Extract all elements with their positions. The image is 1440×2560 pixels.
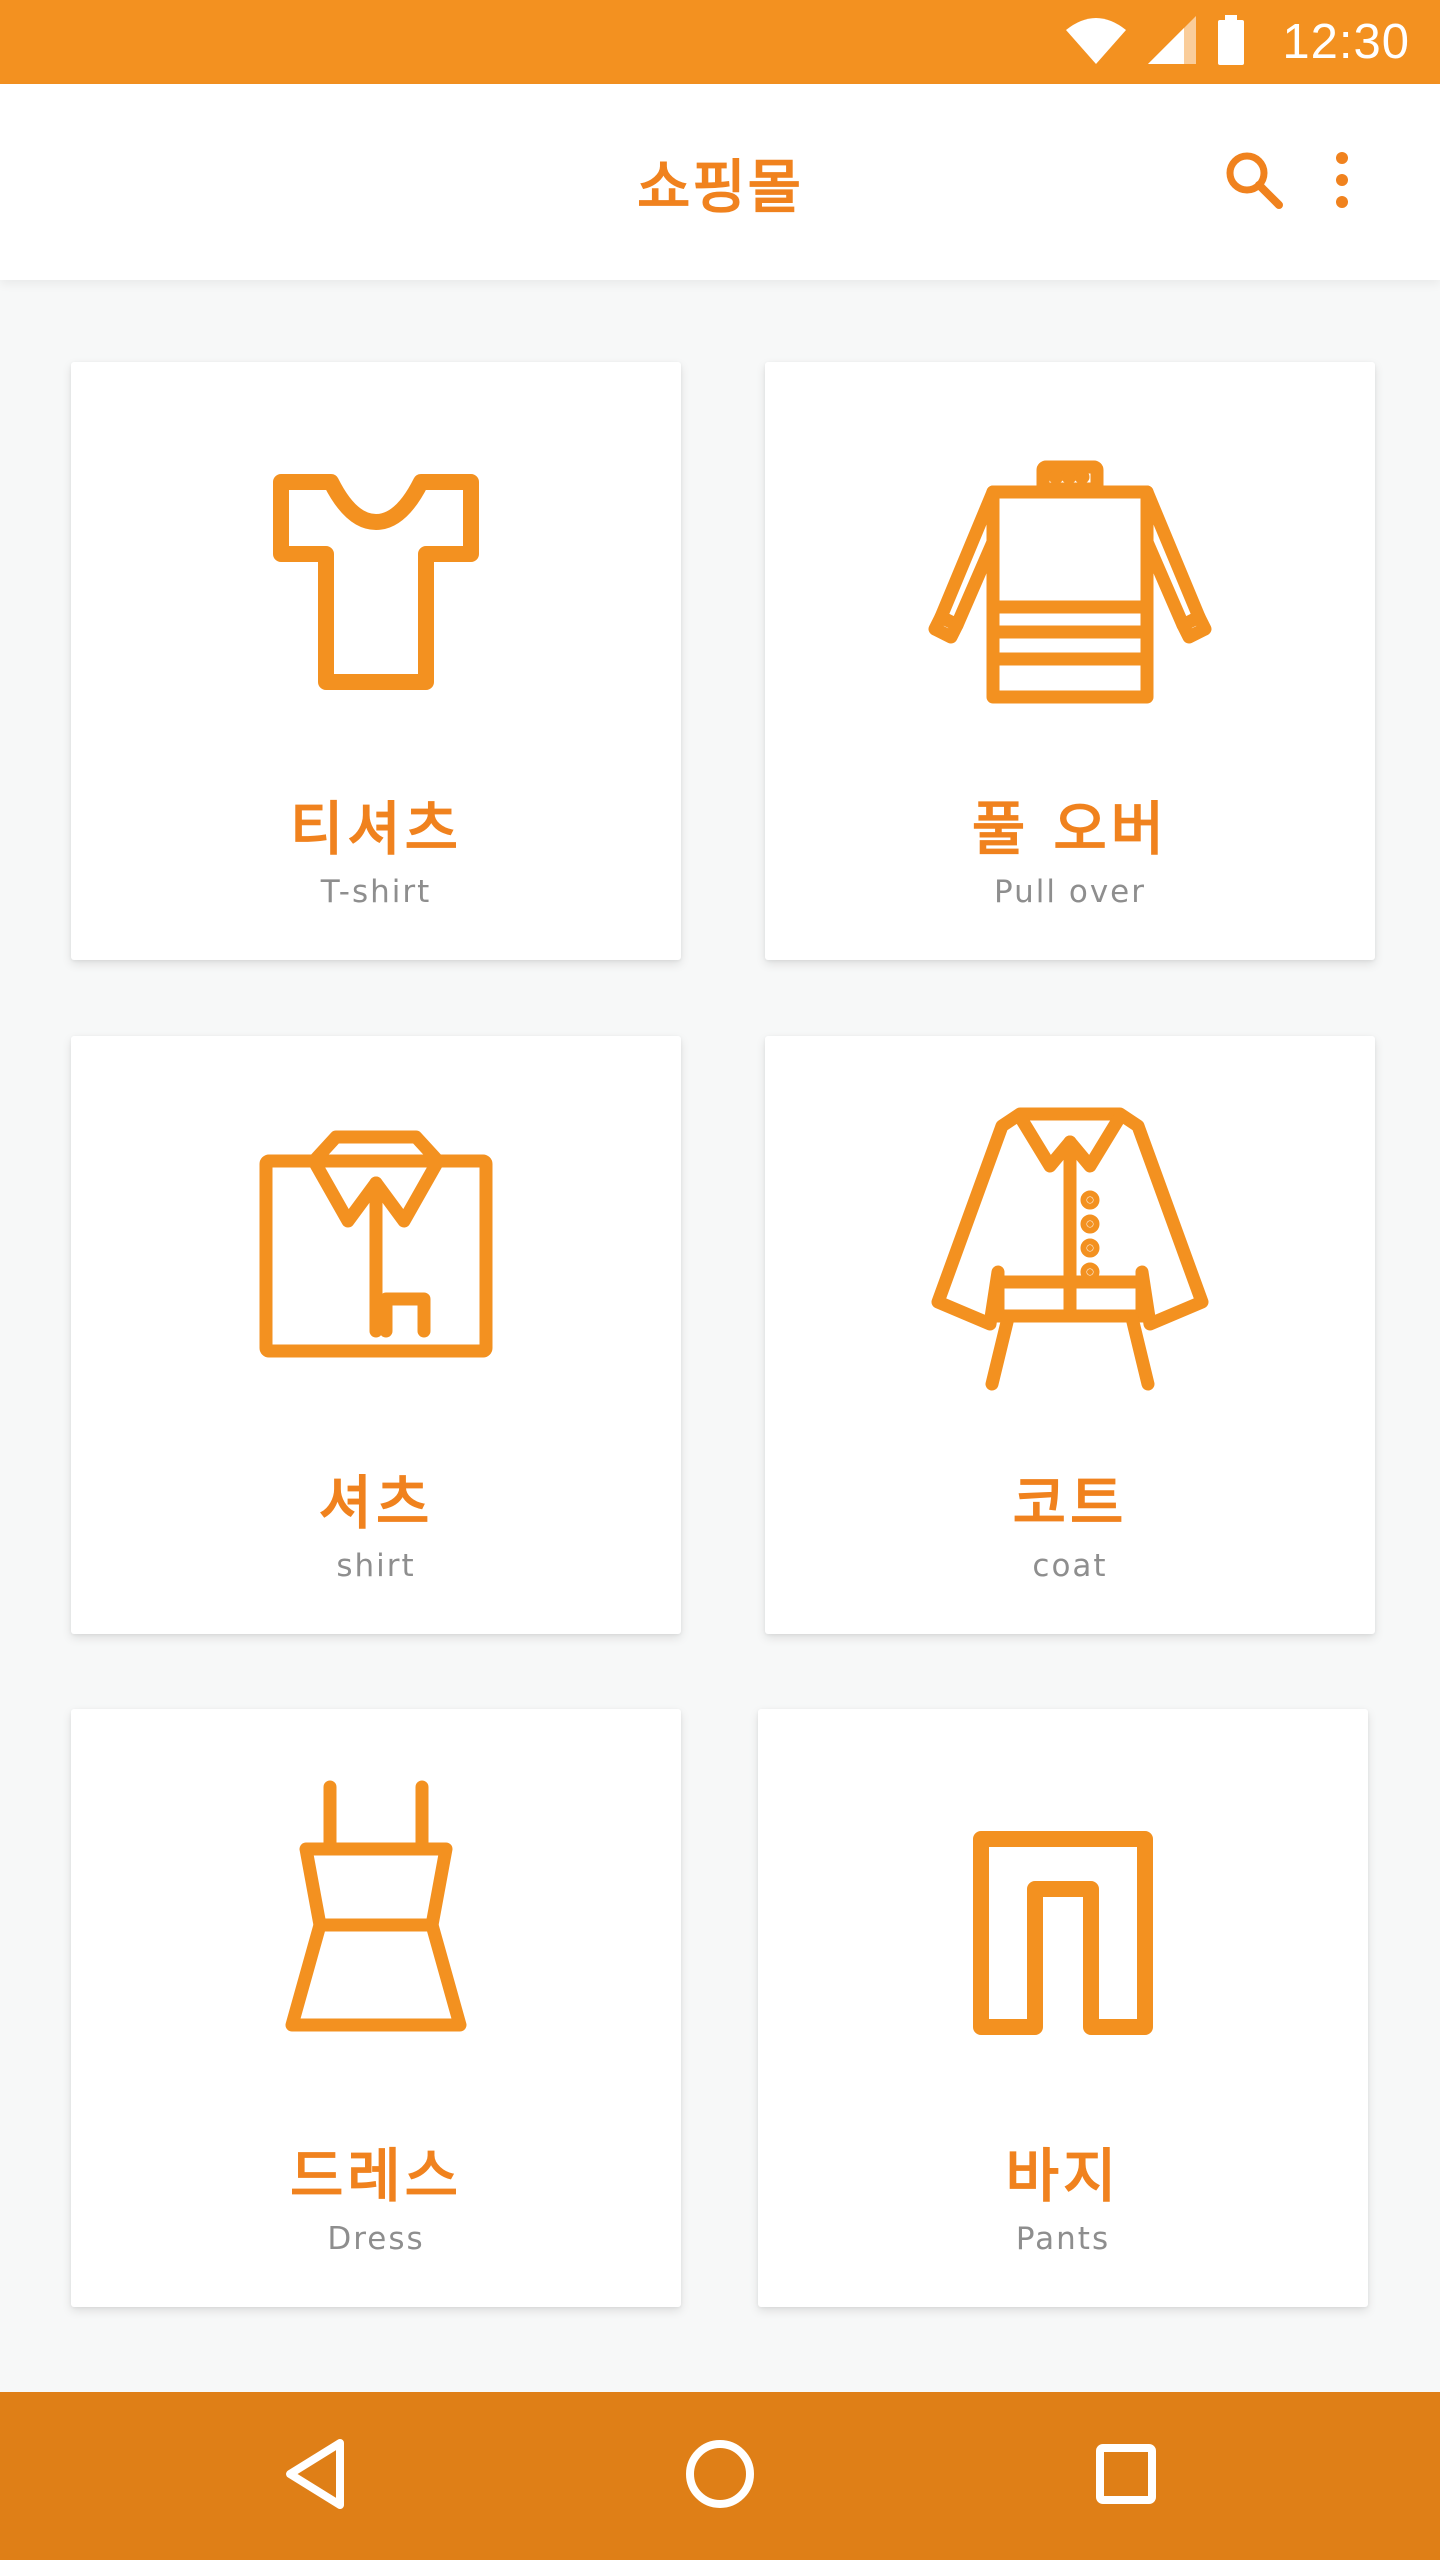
more-options-button[interactable] bbox=[1292, 132, 1392, 232]
navigation-bar bbox=[0, 2392, 1440, 2560]
category-title: 티셔츠 bbox=[289, 795, 463, 863]
status-time: 12:30 bbox=[1282, 15, 1410, 69]
category-card-pullover[interactable]: 풀 오버 Pull over bbox=[765, 362, 1375, 960]
coat-icon bbox=[765, 1106, 1375, 1406]
category-subtitle: shirt bbox=[336, 1548, 416, 1584]
home-button[interactable] bbox=[660, 2416, 780, 2536]
pullover-icon bbox=[765, 432, 1375, 732]
back-button[interactable] bbox=[255, 2416, 375, 2536]
shirt-icon bbox=[71, 1106, 681, 1406]
back-icon bbox=[280, 2437, 350, 2515]
status-bar: 12:30 bbox=[0, 0, 1440, 84]
status-icons: 12:30 bbox=[1064, 0, 1440, 84]
recents-button[interactable] bbox=[1066, 2416, 1186, 2536]
pants-icon bbox=[758, 1779, 1368, 2079]
search-button[interactable] bbox=[1204, 132, 1304, 232]
home-icon bbox=[684, 2438, 756, 2514]
category-card-shirt[interactable]: 셔츠 shirt bbox=[71, 1036, 681, 1634]
category-title: 셔츠 bbox=[318, 1469, 434, 1537]
category-card-coat[interactable]: 코트 coat bbox=[765, 1036, 1375, 1634]
search-icon bbox=[1222, 148, 1286, 216]
category-subtitle: Pants bbox=[1015, 2221, 1111, 2257]
category-subtitle: T-shirt bbox=[320, 874, 432, 910]
cell-signal-icon bbox=[1146, 14, 1198, 70]
wifi-icon bbox=[1064, 14, 1128, 70]
category-subtitle: coat bbox=[1032, 1548, 1108, 1584]
recents-icon bbox=[1094, 2442, 1158, 2510]
app-bar: 쇼핑몰 bbox=[0, 84, 1440, 280]
category-card-tshirt[interactable]: 티셔츠 T-shirt bbox=[71, 362, 681, 960]
tshirt-icon bbox=[71, 432, 681, 732]
category-card-dress[interactable]: 드레스 Dress bbox=[71, 1709, 681, 2307]
dress-icon bbox=[71, 1779, 681, 2079]
category-subtitle: Pull over bbox=[993, 874, 1146, 910]
more-vert-icon bbox=[1332, 150, 1352, 214]
category-title: 코트 bbox=[1012, 1469, 1128, 1537]
battery-icon bbox=[1216, 14, 1246, 70]
category-title: 풀 오버 bbox=[971, 795, 1169, 863]
category-card-pants[interactable]: 바지 Pants bbox=[758, 1709, 1368, 2307]
category-title: 바지 bbox=[1005, 2142, 1121, 2210]
category-title: 드레스 bbox=[289, 2142, 463, 2210]
category-subtitle: Dress bbox=[327, 2221, 425, 2257]
